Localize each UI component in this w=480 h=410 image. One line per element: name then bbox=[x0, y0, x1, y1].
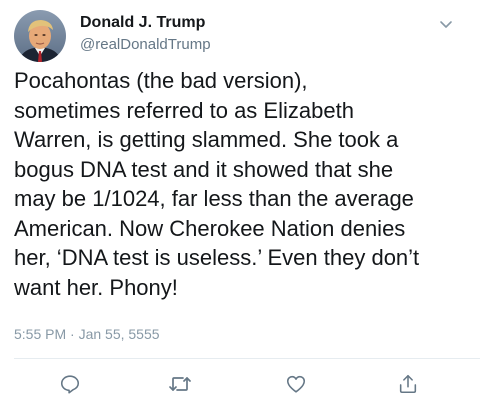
retweet-button[interactable] bbox=[168, 372, 192, 396]
avatar-image bbox=[14, 10, 66, 62]
tweet-text: Pocahontas (the bad version), sometimes … bbox=[14, 68, 420, 300]
divider bbox=[14, 358, 480, 359]
share-button[interactable] bbox=[396, 372, 420, 396]
heart-icon bbox=[286, 375, 306, 393]
share-icon bbox=[399, 374, 417, 394]
avatar[interactable] bbox=[14, 10, 66, 62]
reply-button[interactable] bbox=[58, 372, 82, 396]
like-button[interactable] bbox=[284, 372, 308, 396]
tweet-card: Donald J. Trump @realDonaldTrump Pocahon… bbox=[0, 0, 480, 410]
user-name[interactable]: Donald J. Trump bbox=[80, 14, 205, 32]
tweet-timestamp[interactable]: 5:55 PM · Jan 55, 5555 bbox=[14, 326, 160, 342]
reply-icon bbox=[60, 375, 80, 394]
chevron-down-icon[interactable] bbox=[438, 16, 454, 32]
retweet-icon bbox=[169, 377, 191, 391]
user-handle[interactable]: @realDonaldTrump bbox=[80, 36, 211, 53]
